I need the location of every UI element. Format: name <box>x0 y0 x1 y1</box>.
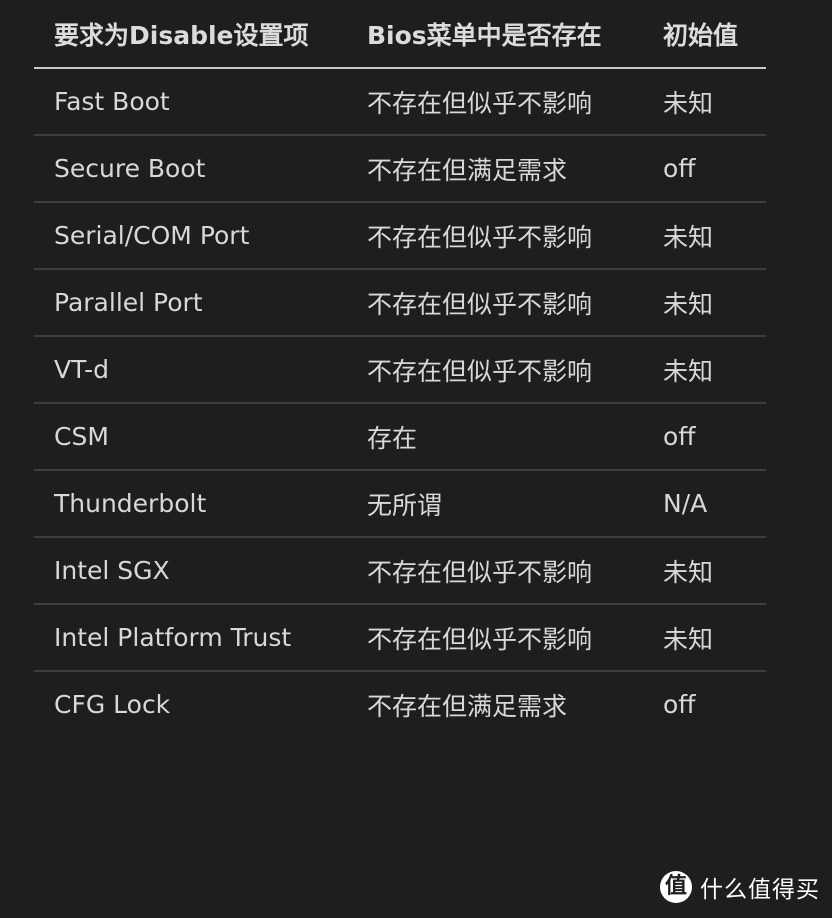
header-setting: 要求为Disable设置项 <box>34 0 347 69</box>
cell-setting: Parallel Port <box>34 269 347 337</box>
cell-exists-in-bios: 不存在但似乎不影响 <box>347 336 643 404</box>
table-row: Serial/COM Port 不存在但似乎不影响 未知 <box>34 202 766 270</box>
bios-settings-table: 要求为Disable设置项 Bios菜单中是否存在 初始值 Fast Boot 不… <box>34 0 766 737</box>
cell-setting: Intel SGX <box>34 537 347 605</box>
cell-initial-value: off <box>663 690 696 719</box>
cell-exists-in-bios: 不存在但满足需求 <box>367 691 568 721</box>
cell-exists-in-bios: 存在 <box>347 403 643 471</box>
table-row: Intel Platform Trust 不存在但似乎不影响 未知 <box>34 604 766 672</box>
cell-initial-value: 未知 <box>643 68 766 136</box>
table-header-row: 要求为Disable设置项 Bios菜单中是否存在 初始值 <box>34 0 766 69</box>
cell-exists-in-bios: 不存在但满足需求 <box>347 135 643 203</box>
smzdm-logo-icon: 值 <box>660 871 692 903</box>
table-row: Fast Boot 不存在但似乎不影响 未知 <box>34 68 766 136</box>
cell-setting: Secure Boot <box>34 135 347 203</box>
cell-setting: Serial/COM Port <box>34 202 347 270</box>
table-row: Intel SGX 不存在但似乎不影响 未知 <box>34 537 766 605</box>
cell-exists-in-bios: 不存在但似乎不影响 <box>347 202 643 270</box>
cell-exists-in-bios: 不存在但似乎不影响 <box>347 604 643 672</box>
cell-initial-value: 未知 <box>643 604 766 672</box>
table-row: Parallel Port 不存在但似乎不影响 未知 <box>34 269 766 337</box>
cell-initial-value: 未知 <box>643 202 766 270</box>
cell-setting: CFG Lock <box>54 690 171 719</box>
watermark: 值 什么值得买 <box>660 870 820 904</box>
cell-initial-value: 未知 <box>643 269 766 337</box>
table-row: Thunderbolt 无所谓 N/A <box>34 470 766 538</box>
cell-exists-in-bios: 不存在但似乎不影响 <box>347 68 643 136</box>
header-exists-in-bios: Bios菜单中是否存在 <box>347 0 643 69</box>
table-row: VT-d 不存在但似乎不影响 未知 <box>34 336 766 404</box>
cell-setting: Fast Boot <box>34 68 347 136</box>
cell-exists-in-bios: 不存在但似乎不影响 <box>347 269 643 337</box>
cell-exists-in-bios: 不存在但似乎不影响 <box>347 537 643 605</box>
table-row: CSM 存在 off <box>34 403 766 471</box>
cell-initial-value: off <box>643 135 766 203</box>
cell-setting: VT-d <box>34 336 347 404</box>
watermark-text: 什么值得买 <box>700 877 820 903</box>
cell-initial-value: N/A <box>643 470 766 538</box>
cell-initial-value: 未知 <box>643 537 766 605</box>
cell-initial-value: 未知 <box>643 336 766 404</box>
cell-setting: CSM <box>34 403 347 471</box>
table-row: CFG Lock 不存在但满足需求 off <box>34 671 766 737</box>
cell-exists-in-bios: 无所谓 <box>347 470 643 538</box>
header-initial-value: 初始值 <box>643 0 766 69</box>
table-row: Secure Boot 不存在但满足需求 off <box>34 135 766 203</box>
cell-setting: Thunderbolt <box>34 470 347 538</box>
cell-setting: Intel Platform Trust <box>34 604 347 672</box>
cell-initial-value: off <box>643 403 766 471</box>
